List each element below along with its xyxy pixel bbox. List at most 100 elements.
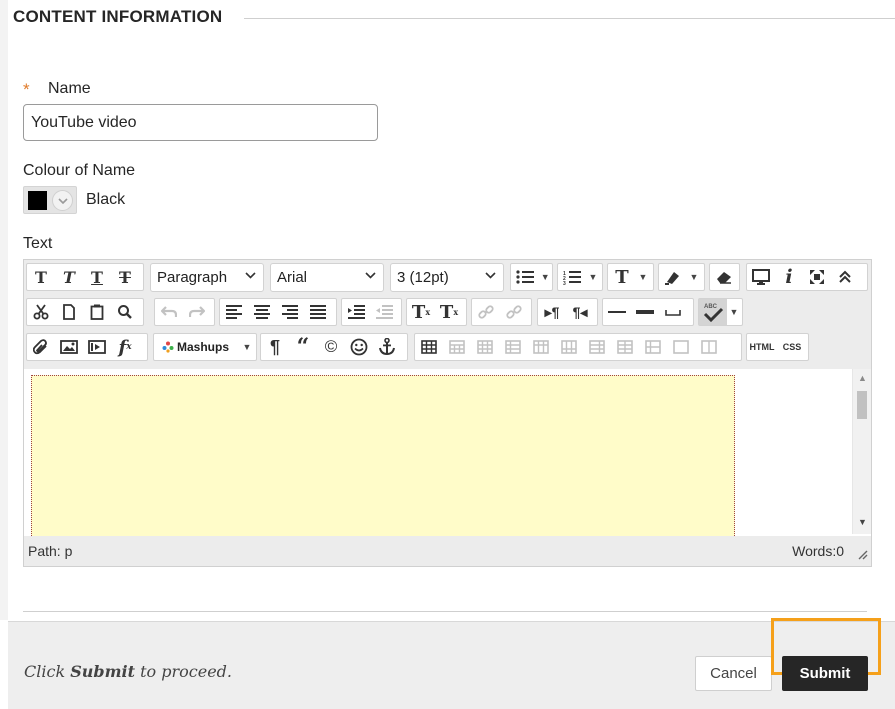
scroll-up-icon[interactable]: ▲: [858, 373, 867, 383]
proceed-suffix: to proceed.: [135, 662, 232, 681]
paste-icon[interactable]: [83, 299, 111, 325]
text-label: Text: [23, 235, 53, 252]
highlighter-icon[interactable]: [659, 264, 687, 290]
fullscreen-icon[interactable]: [803, 264, 831, 290]
table-merge-icon[interactable]: [611, 334, 639, 360]
text-editor: T T T T Paragraph Arial 3 (12pt) ▼ 1 2 3…: [23, 259, 872, 567]
align-center-icon[interactable]: [248, 299, 276, 325]
text-color-group: T ▼: [607, 263, 654, 291]
table-delete-row-icon[interactable]: [499, 334, 527, 360]
table-split-icon[interactable]: [639, 334, 667, 360]
nonbreaking-space-icon[interactable]: [659, 299, 687, 325]
italic-icon[interactable]: T: [55, 264, 83, 290]
table-row-before-icon[interactable]: [443, 334, 471, 360]
ltr-icon[interactable]: ▸¶: [538, 299, 566, 325]
info-icon[interactable]: i: [775, 264, 803, 290]
mashups-button[interactable]: Mashups: [154, 334, 240, 360]
submit-bar: Click Submit to proceed. Cancel Submit: [8, 618, 895, 709]
outdent-icon[interactable]: [370, 299, 398, 325]
cancel-button[interactable]: Cancel: [695, 656, 772, 691]
proceed-prefix: Click: [24, 662, 71, 681]
css-button[interactable]: CSS: [777, 334, 807, 360]
alignment-group: [219, 298, 337, 326]
thick-line-icon[interactable]: [631, 299, 659, 325]
subscript-icon[interactable]: Tx: [435, 299, 463, 325]
indent-group: [341, 298, 402, 326]
scroll-down-icon[interactable]: ▼: [858, 517, 867, 527]
table-cell-icon[interactable]: [667, 334, 695, 360]
code-group: HTML CSS: [746, 333, 809, 361]
colour-picker[interactable]: [23, 186, 77, 214]
content-editor-area[interactable]: ▲ ▼: [24, 369, 871, 536]
underline-icon[interactable]: T: [83, 264, 111, 290]
table-delete-col-icon[interactable]: [583, 334, 611, 360]
superscript-icon[interactable]: Tx: [407, 299, 435, 325]
collapse-toolbar-icon[interactable]: [831, 264, 859, 290]
horizontal-line-icon[interactable]: [603, 299, 631, 325]
caret-down-icon[interactable]: ▼: [687, 264, 701, 290]
html-button[interactable]: HTML: [747, 334, 777, 360]
size-select[interactable]: 3 (12pt): [390, 263, 504, 292]
spellcheck-icon[interactable]: ABC: [699, 299, 727, 325]
rtl-icon[interactable]: ¶◂: [566, 299, 594, 325]
table-col-after-icon[interactable]: [555, 334, 583, 360]
section-title: CONTENT INFORMATION: [13, 7, 223, 26]
clipboard-group: [26, 298, 144, 326]
caret-down-icon[interactable]: ▼: [538, 264, 552, 290]
direction-group: ▸¶ ¶◂: [537, 298, 598, 326]
anchor-icon[interactable]: [373, 334, 401, 360]
align-right-icon[interactable]: [276, 299, 304, 325]
editor-status-bar: Path: p Words:0: [24, 537, 871, 566]
emoticon-icon[interactable]: [345, 334, 373, 360]
table-row-after-icon[interactable]: [471, 334, 499, 360]
link-icon[interactable]: [472, 299, 500, 325]
preview-icon[interactable]: [747, 264, 775, 290]
unlink-icon[interactable]: [500, 299, 528, 325]
table-properties-icon[interactable]: [695, 334, 723, 360]
find-icon[interactable]: [111, 299, 139, 325]
paragraph-mark-icon[interactable]: ¶: [261, 334, 289, 360]
cut-icon[interactable]: [27, 299, 55, 325]
caret-down-icon[interactable]: ▼: [240, 334, 254, 360]
caret-down-icon[interactable]: ▼: [636, 264, 650, 290]
copy-icon[interactable]: [55, 299, 83, 325]
table-icon[interactable]: [415, 334, 443, 360]
strikethrough-icon[interactable]: T: [111, 264, 139, 290]
caret-down-icon[interactable]: ▼: [586, 264, 600, 290]
video-icon[interactable]: [83, 334, 111, 360]
caret-down-icon[interactable]: ▼: [727, 299, 741, 325]
format-select-value: Paragraph: [157, 269, 228, 286]
text-style-group: T T T T: [26, 263, 144, 291]
editor-scrollbar[interactable]: ▲ ▼: [852, 369, 871, 534]
bold-icon[interactable]: T: [27, 264, 55, 290]
align-left-icon[interactable]: [220, 299, 248, 325]
eraser-icon[interactable]: [710, 264, 738, 290]
bullet-list-icon[interactable]: [511, 264, 538, 290]
undo-icon[interactable]: [155, 299, 183, 325]
image-icon[interactable]: [55, 334, 83, 360]
redo-icon[interactable]: [183, 299, 211, 325]
content-body[interactable]: [31, 375, 735, 536]
format-select[interactable]: Paragraph: [150, 263, 264, 292]
blockquote-icon[interactable]: “: [289, 334, 317, 360]
indent-icon[interactable]: [342, 299, 370, 325]
scroll-thumb[interactable]: [857, 391, 867, 419]
table-col-before-icon[interactable]: [527, 334, 555, 360]
spellcheck-group: ABC ▼: [698, 298, 743, 326]
name-input[interactable]: [23, 104, 378, 141]
text-color-icon[interactable]: T: [608, 264, 636, 290]
font-select[interactable]: Arial: [270, 263, 384, 292]
form-divider: [23, 611, 867, 612]
align-justify-icon[interactable]: [304, 299, 332, 325]
attachment-icon[interactable]: [27, 334, 55, 360]
insert-media-group: fx: [26, 333, 148, 361]
numbered-list-group: 123 ▼: [557, 263, 603, 291]
numbered-list-icon[interactable]: 123: [558, 264, 586, 290]
special-char-icon[interactable]: ©: [317, 334, 345, 360]
toolbar-row-2: Tx Tx ▸¶ ¶◂ ABC ▼: [24, 295, 871, 328]
chevron-down-icon: [52, 190, 73, 211]
rule-group: [602, 298, 694, 326]
resize-handle-icon[interactable]: [856, 548, 868, 560]
submit-button[interactable]: Submit: [782, 656, 868, 691]
math-formula-icon[interactable]: fx: [111, 334, 139, 360]
